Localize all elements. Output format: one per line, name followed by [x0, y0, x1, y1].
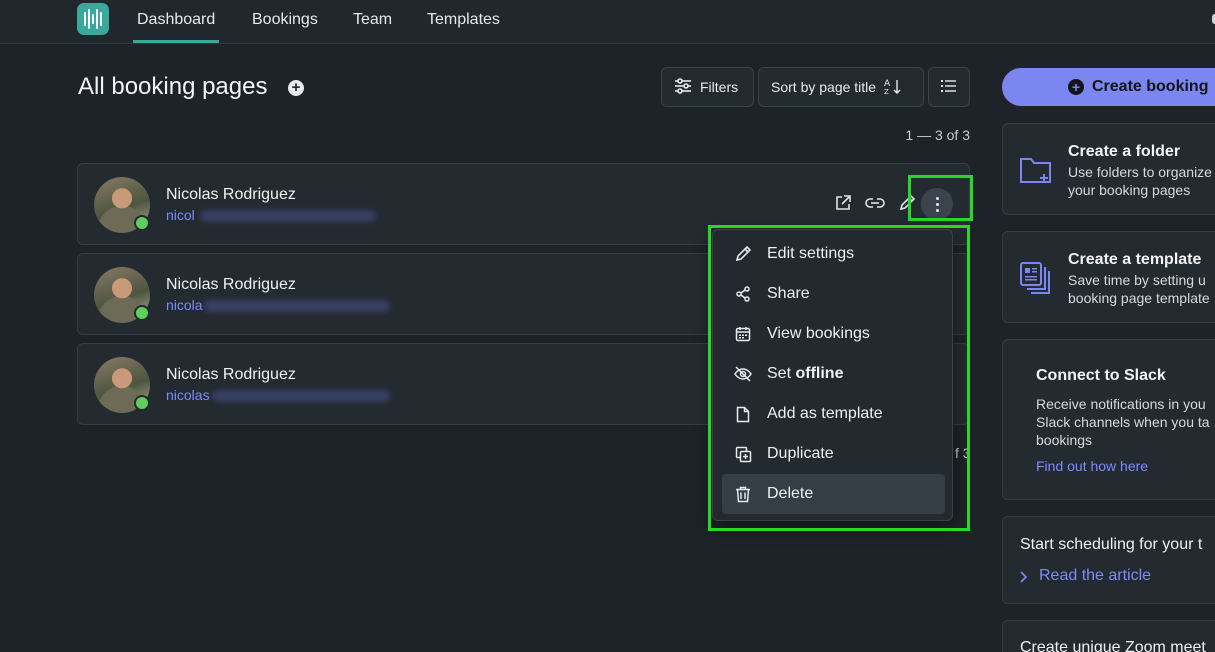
booking-page-email[interactable]: nicolas	[166, 387, 210, 403]
read-article-link[interactable]: Read the article	[1039, 567, 1151, 585]
add-page-plus-icon[interactable]: +	[288, 80, 304, 96]
folder-card-line2: your booking pages	[1068, 182, 1191, 198]
app-logo-icon[interactable]	[77, 3, 109, 35]
create-booking-button[interactable]: + Create booking	[1002, 68, 1215, 106]
slack-card-line3: bookings	[1036, 432, 1093, 448]
slack-card-line2: Slack channels when you ta	[1036, 414, 1210, 430]
team-scheduling-card[interactable]: Start scheduling for your t Read the art…	[1002, 516, 1215, 604]
online-status-indicator	[134, 215, 150, 231]
nav-tab-dashboard[interactable]: Dashboard	[132, 0, 220, 43]
pagination-range: 1 — 3 of 3	[905, 127, 970, 143]
folder-plus-icon	[1019, 154, 1053, 191]
booking-page-email[interactable]: nicola	[166, 297, 203, 313]
blurred-email-redaction	[200, 210, 376, 222]
create-template-card[interactable]: Create a template Save time by setting u…	[1002, 231, 1215, 323]
create-booking-label: Create booking	[1092, 78, 1209, 95]
template-card-line1: Save time by setting u	[1068, 272, 1206, 288]
zoom-card-title: Create unique Zoom meet	[1020, 639, 1206, 652]
online-status-indicator	[134, 305, 150, 321]
zoom-card[interactable]: Create unique Zoom meet	[1002, 620, 1215, 652]
booking-page-name[interactable]: Nicolas Rodriguez	[166, 276, 296, 294]
nav-tab-templates[interactable]: Templates	[427, 0, 500, 43]
create-folder-card[interactable]: Create a folder Use folders to organize …	[1002, 123, 1215, 215]
template-card-title: Create a template	[1068, 251, 1202, 268]
chevron-right-icon	[1019, 570, 1028, 588]
open-external-icon[interactable]	[832, 192, 853, 213]
highlight-menu-box	[708, 225, 970, 531]
folder-card-line1: Use folders to organize	[1068, 164, 1212, 180]
slack-card-line1: Receive notifications in you	[1036, 396, 1206, 412]
blurred-email-redaction	[204, 300, 390, 312]
copy-link-icon[interactable]	[864, 192, 885, 213]
booking-page-name[interactable]: Nicolas Rodriguez	[166, 186, 296, 204]
nav-tab-bookings[interactable]: Bookings	[252, 0, 318, 43]
template-card-line2: booking page template	[1068, 290, 1210, 306]
booking-page-email[interactable]: nicol	[166, 207, 195, 223]
template-stack-icon	[1019, 261, 1053, 300]
filters-button[interactable]: Filters	[661, 67, 754, 107]
slack-find-out-link[interactable]: Find out how here	[1036, 458, 1148, 474]
online-status-indicator	[134, 395, 150, 411]
sort-label: Sort by page title	[771, 79, 877, 95]
folder-card-title: Create a folder	[1068, 143, 1181, 160]
list-view-icon	[941, 79, 957, 96]
booking-page-name[interactable]: Nicolas Rodriguez	[166, 366, 296, 384]
nav-tab-team[interactable]: Team	[353, 0, 392, 43]
connect-slack-card[interactable]: Connect to Slack Receive notifications i…	[1002, 339, 1215, 500]
sort-button[interactable]: Sort by page title AZ	[758, 67, 924, 107]
highlight-kebab-box	[908, 175, 973, 221]
plus-circle-icon: +	[1068, 79, 1084, 95]
filter-sliders-icon	[674, 77, 692, 97]
filters-label: Filters	[700, 79, 739, 95]
blurred-email-redaction	[212, 390, 390, 402]
slack-card-title: Connect to Slack	[1036, 367, 1166, 384]
sort-alpha-icon: AZ	[884, 77, 902, 98]
top-navigation: Dashboard Bookings Team Templates	[0, 0, 1215, 44]
team-card-title: Start scheduling for your t	[1020, 536, 1203, 553]
svg-text:Z: Z	[884, 88, 889, 95]
view-toggle-button[interactable]	[928, 67, 970, 107]
page-title: All booking pages	[78, 73, 268, 100]
